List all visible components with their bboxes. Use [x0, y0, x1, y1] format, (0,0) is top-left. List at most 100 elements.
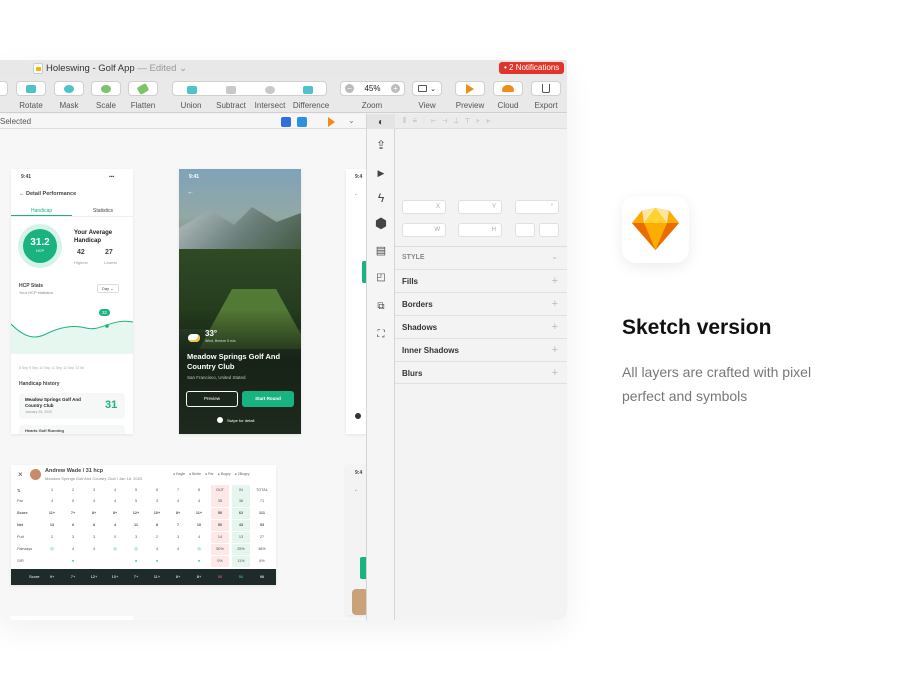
status-time: 9:41 — [21, 174, 32, 180]
table-cell: 6% — [259, 559, 265, 563]
table-cell: 35 — [211, 496, 229, 507]
add-border-button[interactable]: + — [552, 298, 558, 310]
add-image-icon[interactable]: ⛶ — [374, 327, 388, 341]
add-fill-button[interactable]: + — [552, 275, 558, 287]
artboard-golf-course[interactable]: 9:41 ← 33° Wind, Breeze 5 m/s Meadow Spr… — [179, 169, 301, 434]
prototype-icon[interactable]: ϟ — [374, 191, 388, 205]
play-icon[interactable] — [328, 117, 335, 127]
flatten-button[interactable] — [128, 81, 158, 96]
rotation-field[interactable]: ° — [515, 200, 559, 214]
artboard-partial-1[interactable]: 9:4 ← — [346, 169, 366, 434]
table-cell: 11% — [232, 556, 250, 567]
table-cell: 8+ — [175, 511, 181, 515]
rotate-button[interactable] — [16, 81, 46, 96]
tab-divider — [11, 216, 133, 217]
temperature: 33° — [205, 329, 218, 338]
chevron-down-icon: ⌄ — [430, 85, 436, 93]
chevron-down-icon[interactable]: ⌄ — [348, 116, 355, 125]
image-edit-icon[interactable]: ⧉ — [374, 299, 388, 313]
inspector-icon-strip: ◐ ⇪ ▶ ϟ ⬢ ▤ ◰ ⧉ ⛶ — [366, 114, 395, 620]
zoom-out-button[interactable]: − — [345, 84, 354, 93]
flip-horizontal-button[interactable] — [515, 223, 535, 237]
upload-icon[interactable]: ⇪ — [374, 138, 388, 152]
table-cell: 7 — [176, 488, 180, 492]
chevron-down-icon[interactable]: ⌄ — [551, 252, 558, 261]
blurs-section[interactable]: Blurs + — [395, 361, 567, 384]
frame-icon[interactable]: ◰ — [374, 270, 388, 284]
edited-status[interactable]: — Edited ⌄ — [137, 63, 187, 74]
start-round-button[interactable]: Start Round — [242, 391, 294, 407]
tab-statistics[interactable]: Statistics — [93, 208, 113, 214]
table-cell: 50% — [211, 544, 229, 555]
table-cell: 4 — [113, 488, 117, 492]
table-cell: 4 — [176, 499, 180, 503]
zoom-in-button[interactable]: + — [390, 84, 400, 93]
intersect-icon — [264, 85, 275, 94]
swipe-icon — [217, 417, 223, 423]
mask-button[interactable] — [54, 81, 84, 96]
width-field[interactable]: W — [402, 223, 446, 237]
table-cell: 4 — [113, 499, 117, 503]
period-select[interactable]: Day ⌄ — [97, 284, 119, 293]
view-button[interactable]: ⌄ — [412, 81, 442, 96]
fills-section[interactable]: Fills + — [395, 269, 567, 292]
add-shadow-button[interactable]: + — [552, 321, 558, 333]
height-field[interactable]: H — [458, 223, 502, 237]
style-header[interactable]: STYLE ⌄ — [395, 246, 567, 269]
layout-icon[interactable]: ▤ — [374, 243, 388, 257]
avg-handicap-title: Your Average Handicap — [74, 230, 113, 244]
close-icon[interactable]: × — [18, 470, 23, 479]
footer-cell: 8+ — [196, 574, 202, 579]
export-button[interactable] — [531, 81, 561, 96]
borders-section[interactable]: Borders + — [395, 292, 567, 315]
table-cell: 27 — [259, 535, 265, 539]
artboard-scorecard[interactable]: × Andrew Wade / 31 hcp Meadow Springs Go… — [11, 465, 276, 585]
y-field[interactable]: Y — [458, 200, 502, 214]
preview-button[interactable] — [455, 81, 485, 96]
alignment-toolbar[interactable]: ⫴≡⋮⊢⊣⊥⊤⊦⊧ — [395, 114, 567, 129]
history-card-next[interactable]: Hearts Golf Running — [19, 425, 125, 434]
difference-button[interactable] — [289, 82, 327, 97]
x-field[interactable]: X — [402, 200, 446, 214]
play-icon[interactable]: ▶ — [374, 166, 388, 180]
legend-item: ● 2Bogey — [234, 472, 250, 476]
cloud-button[interactable] — [493, 81, 523, 96]
notifications-badge[interactable]: • 2 Notifications — [499, 62, 565, 74]
table-cell: 4 — [71, 547, 75, 551]
title-bar: Holeswing - Golf App — Edited ⌄ • 2 Noti… — [0, 60, 567, 77]
stats-title: HCP Stats — [19, 283, 44, 289]
inspector-icon[interactable]: ◐ — [374, 115, 388, 129]
download-icon[interactable] — [297, 117, 307, 127]
artboard-detail-performance[interactable]: 9:41 ▪▪▪ ← Detail Performance Handicap S… — [11, 169, 133, 434]
scale-button[interactable] — [91, 81, 121, 96]
history-card[interactable]: Meadow Springs Golf And Country Club Jan… — [19, 393, 125, 419]
table-cell: 3 — [71, 535, 75, 539]
tab-handicap[interactable]: Handicap — [31, 208, 52, 214]
add-inner-shadow-button[interactable]: + — [552, 344, 558, 356]
symbol-icon[interactable]: ⬢ — [374, 215, 388, 231]
legend-item: ● Birdie — [189, 472, 202, 476]
detail-title[interactable]: ← Detail Performance — [19, 191, 76, 197]
inner-shadows-section[interactable]: Inner Shadows + — [395, 338, 567, 361]
zoom-value[interactable]: 45% — [364, 84, 380, 93]
back-arrow-icon[interactable]: ← — [187, 189, 194, 196]
intersect-button[interactable] — [250, 82, 289, 97]
table-cell: 111 — [259, 511, 265, 515]
flip-vertical-button[interactable] — [539, 223, 559, 237]
artboard-partial-2[interactable]: 9:4 ← — [346, 465, 366, 615]
table-row: ⇅ 1 2 3 4 5 6 7 8 OUT IN TOTAL — [11, 485, 276, 496]
borders-label: Borders — [402, 300, 433, 309]
table-row: Score 11+ 7+ 8+ 8+ 12+ 10+ 8+ 11+ 50 62 111 — [11, 508, 276, 519]
subtract-button[interactable] — [211, 82, 250, 97]
table-cell: 5 — [134, 499, 138, 503]
preview-button[interactable]: Preview — [186, 391, 238, 407]
prototype-link-icon[interactable] — [281, 117, 291, 127]
shadows-section[interactable]: Shadows + — [395, 315, 567, 338]
canvas: 9:41 ▪▪▪ ← Detail Performance Handicap S… — [0, 129, 366, 620]
add-blur-button[interactable]: + — [552, 367, 558, 379]
table-cell: 4 — [176, 547, 180, 551]
union-button[interactable] — [172, 82, 211, 97]
legend-item: ● Eagle — [173, 472, 186, 476]
toolbar-partial-button[interactable] — [0, 81, 8, 96]
document-name: Holeswing - Golf App — [46, 63, 135, 74]
